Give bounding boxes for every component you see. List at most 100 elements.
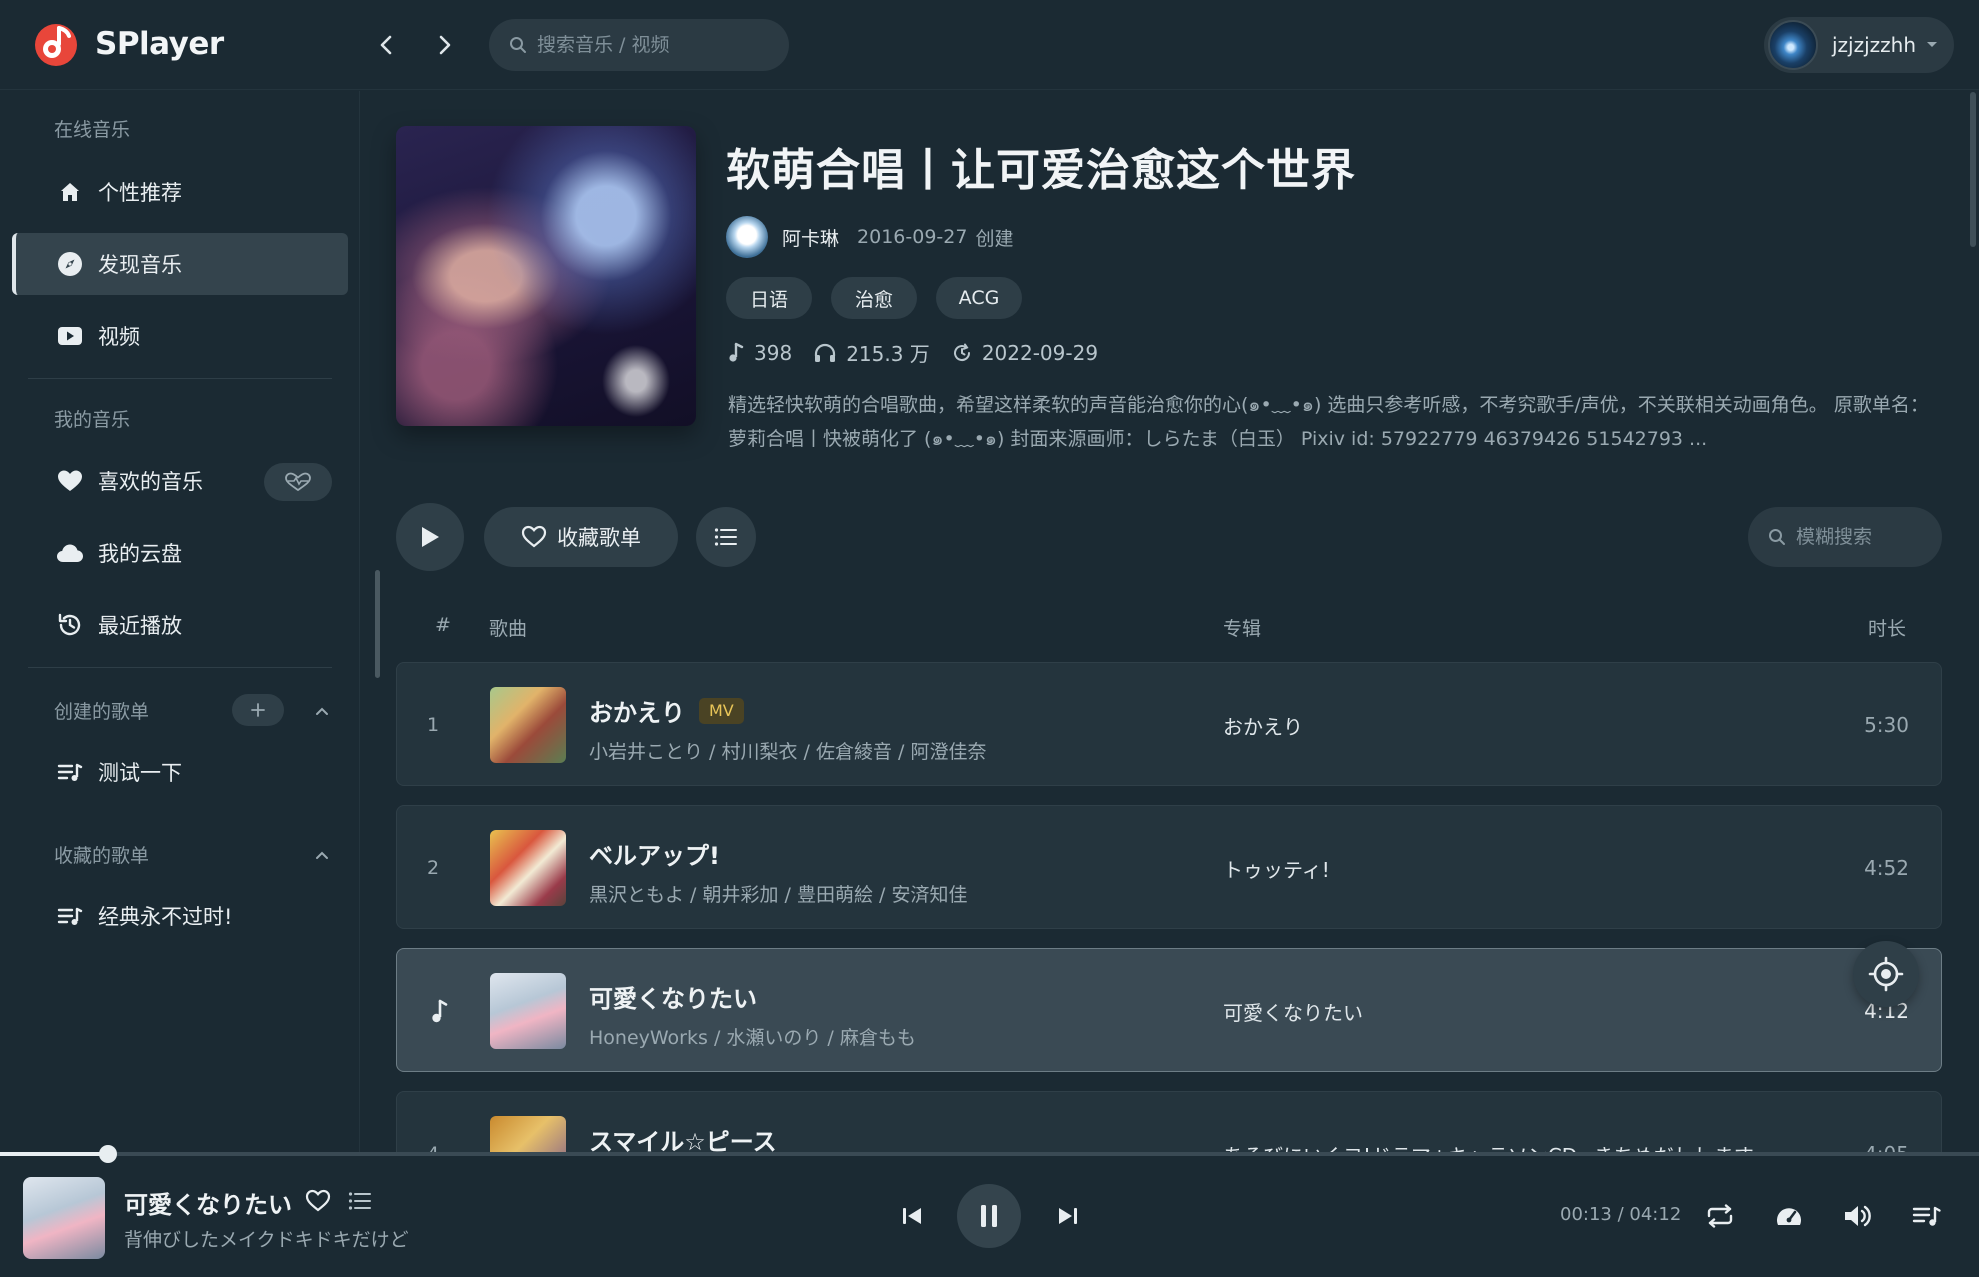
volume-icon [1845,1205,1871,1227]
tag-healing[interactable]: 治愈 [831,277,917,319]
column-header-index: # [435,614,451,636]
play-all-button[interactable] [396,503,464,571]
playlist-creator: 阿卡琳 2016-09-27 创建 [726,216,1013,258]
sidebar-item-cloud[interactable]: 我的云盘 [12,522,348,584]
song-cover [490,973,566,1049]
locate-current-button[interactable] [1853,941,1919,1007]
fuzzy-search[interactable] [1748,507,1942,567]
sidebar-item-recommend[interactable]: 个性推荐 [12,161,348,223]
collapse-collected-button[interactable] [311,844,333,866]
like-button[interactable] [303,1186,333,1216]
search-icon [1769,529,1785,545]
headphones-icon [815,343,836,362]
speedometer-icon [1777,1208,1801,1225]
plus-icon [251,703,265,717]
queue-icon [1912,1206,1941,1226]
playlist-cover [396,126,696,426]
sidebar-item-playlist[interactable]: 测试一下 [12,741,348,803]
tag-japanese[interactable]: 日语 [726,277,812,319]
previous-button[interactable] [896,1200,928,1232]
add-playlist-button[interactable] [232,694,284,726]
global-search-input[interactable] [537,34,777,56]
update-date: 2022-09-29 [952,341,1098,365]
row-index: 1 [427,714,440,736]
sidebar-item-discover[interactable]: 发现音乐 [12,233,348,295]
now-playing-lyric: 背伸びしたメイクドキドキだけど [124,1229,409,1251]
song-cover [490,687,566,763]
creator-name[interactable]: 阿卡琳 [782,224,839,251]
fuzzy-search-input[interactable] [1796,526,1926,548]
sidebar-scrollbar[interactable] [375,570,380,678]
back-button[interactable] [369,28,403,62]
sidebar-item-recent[interactable]: 最近播放 [12,594,348,656]
now-playing-title[interactable]: 可愛くなりたい [124,1185,292,1220]
song-duration: 4:52 [1864,856,1909,880]
play-queue-button[interactable] [1910,1199,1944,1233]
column-header-duration: 时长 [1868,618,1907,640]
main-scrollbar[interactable] [1970,92,1976,247]
heart-outline-icon [521,525,547,548]
skip-previous-icon [903,1208,921,1224]
history-icon [56,611,84,639]
chevron-right-icon [439,35,451,55]
global-search[interactable] [489,19,789,71]
collect-playlist-button[interactable]: 收藏歌单 [484,507,678,567]
creator-avatar[interactable] [726,216,768,258]
volume-button[interactable] [1841,1199,1875,1233]
song-artist[interactable]: HoneyWorks / 水瀬いのり / 麻倉もも [589,1023,916,1050]
play-icon [422,527,439,547]
add-to-playlist-button[interactable] [345,1186,375,1216]
sidebar-item-label: 我的云盘 [98,542,182,566]
playlist-stats: 398 215.3 万 2022-09-29 [728,338,1120,367]
song-album[interactable]: 可愛くなりたい [1223,949,1363,1073]
now-playing-icon [431,949,449,1073]
song-album[interactable]: トゥッティ! [1223,806,1330,930]
song-album[interactable]: おかえり [1223,663,1303,787]
repeat-button[interactable] [1703,1199,1737,1233]
speed-button[interactable] [1772,1199,1806,1233]
search-icon [510,37,526,53]
sidebar-item-label: 喜欢的音乐 [98,470,203,494]
mv-badge[interactable]: MV [699,697,744,724]
song-title: ベルアップ! [589,842,720,870]
column-header-song: 歌曲 [489,618,528,640]
next-button[interactable] [1052,1200,1084,1232]
progress-knob[interactable] [99,1145,117,1163]
user-name: jzjzjzzhh [1832,33,1917,57]
tag-acg[interactable]: ACG [936,277,1022,319]
playlist-icon [56,902,84,930]
song-artist[interactable]: 小岩井ことり / 村川梨衣 / 佐倉綾音 / 阿澄佳奈 [589,737,986,764]
table-row-playing[interactable]: 可愛くなりたい HoneyWorks / 水瀬いのり / 麻倉もも 可愛くなりた… [396,948,1942,1072]
created-date: 2016-09-27 [857,226,968,248]
playlist-menu-button[interactable] [696,507,756,567]
chevron-up-icon [316,707,328,715]
forward-button[interactable] [428,28,462,62]
caret-down-icon [1927,42,1938,47]
sidebar-item-video[interactable]: 视频 [12,305,348,367]
heart-icon [56,467,84,495]
divider [28,667,332,668]
app-logo-icon[interactable] [33,22,79,68]
video-icon [56,322,84,350]
now-playing-cover[interactable] [23,1177,105,1259]
compass-icon [56,250,84,278]
top-bar: SPlayer jzjzjzzhh [0,0,1979,90]
column-header-album: 专辑 [1223,618,1262,640]
divider [28,378,332,379]
sidebar-item-playlist[interactable]: 经典永不过时! [12,885,348,947]
chevron-up-icon [316,851,328,859]
heartbeat-icon [285,472,311,492]
table-row[interactable]: 1 おかえり MV 小岩井ことり / 村川梨衣 / 佐倉綾音 / 阿澄佳奈 おか… [396,662,1942,786]
song-title-row: 可愛くなりたい [589,979,757,1014]
playlist-description[interactable]: 精选轻快软萌的合唱歌曲，希望这样柔软的声音能治愈你的心(๑•﹏•๑) 选曲只参考… [728,388,1933,456]
heartbeat-mode-button[interactable] [264,463,332,501]
progress-track[interactable] [0,1152,1979,1156]
song-artist[interactable]: 黒沢ともよ / 朝井彩加 / 豊田萌絵 / 安済知佳 [589,880,967,907]
app-title: SPlayer [95,26,224,62]
progress-fill [0,1152,108,1156]
pause-button[interactable] [957,1184,1021,1248]
table-row[interactable]: 2 ベルアップ! 黒沢ともよ / 朝井彩加 / 豊田萌絵 / 安済知佳 トゥッテ… [396,805,1942,929]
user-menu[interactable]: jzjzjzzhh [1764,17,1954,73]
song-title-row: ベルアップ! [589,836,720,871]
collapse-created-button[interactable] [311,700,333,722]
